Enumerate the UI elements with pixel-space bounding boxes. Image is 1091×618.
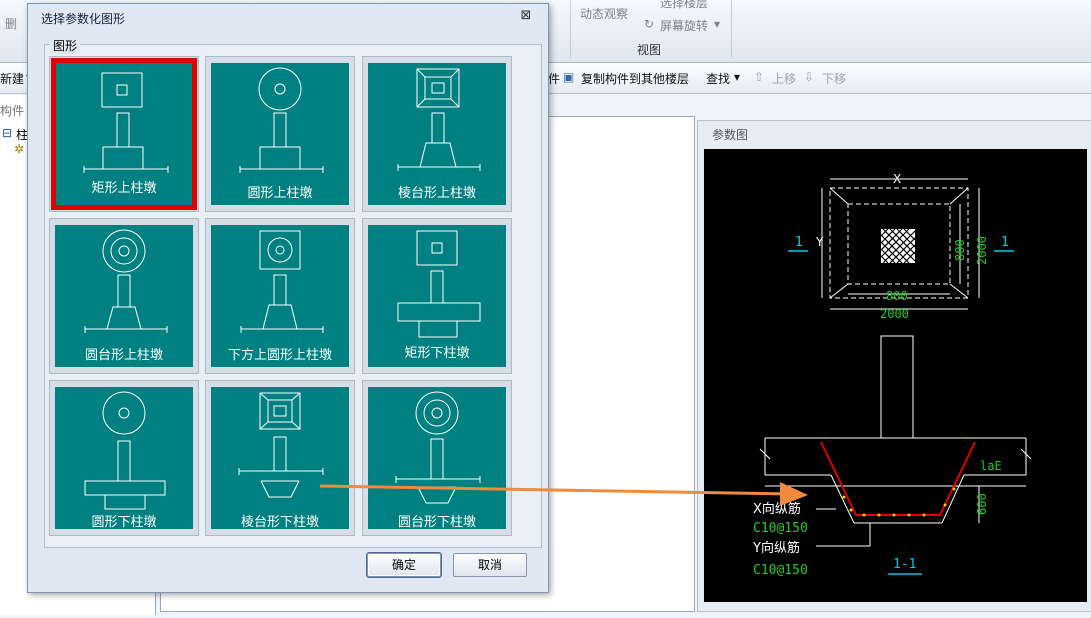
shape-tile-round-frustum-lower[interactable]: 圆台形下柱墩 xyxy=(362,380,512,536)
shape-tile-rect-upper[interactable]: 矩形上柱墩 xyxy=(49,56,199,212)
shape-thumbnail: 圆形上柱墩 xyxy=(211,63,349,205)
shape-label: 下方上圆形上柱墩 xyxy=(227,348,332,363)
section-mark-right: 1 xyxy=(1001,235,1009,250)
lae-label: laE xyxy=(980,459,1002,473)
shape-thumbnail: 棱台形上柱墩 xyxy=(368,63,506,205)
rebar-dots xyxy=(842,487,956,517)
shape-label: 矩形上柱墩 xyxy=(91,181,157,196)
shape-label: 棱台形上柱墩 xyxy=(397,186,476,201)
ribbon-divider xyxy=(731,0,732,58)
section-mark-left: 1 xyxy=(795,235,803,250)
param-diagram-canvas: X Y 800 2000 800 2000 1 1 laE 600 X向纵筋 C… xyxy=(704,149,1087,602)
component-icon[interactable]: ✲ xyxy=(14,142,24,156)
x-bar-spec: C10@150 xyxy=(753,521,808,536)
param-panel-title: 参数图 xyxy=(712,128,749,142)
shape-tile-square-round-upper[interactable]: 下方上圆形上柱墩 xyxy=(205,218,355,374)
select-shape-dialog: 选择参数化图形 ⊠ 图形 矩形上柱墩 圆形上柱墩 棱台形上柱墩 圆台形上柱墩 下… xyxy=(27,3,549,593)
shape-thumbnail: 圆形下柱墩 xyxy=(55,387,193,530)
shape-tile-round-lower[interactable]: 圆形下柱墩 xyxy=(49,380,199,536)
shape-tile-rect-lower[interactable]: 矩形下柱墩 xyxy=(362,218,512,374)
x-bar-label: X向纵筋 xyxy=(753,501,801,517)
shape-thumbnail: 棱台形下柱墩 xyxy=(211,387,349,530)
shape-label: 圆台形上柱墩 xyxy=(84,348,163,363)
y-bar-spec: C10@150 xyxy=(753,563,808,578)
chevron-down-icon[interactable]: ▾ xyxy=(714,17,720,31)
copy-icon: ▣ xyxy=(563,70,575,84)
ribbon-divider xyxy=(570,0,571,58)
find-button[interactable]: 查找 xyxy=(706,70,730,87)
dim-800-v: 800 xyxy=(953,239,967,261)
move-up-button[interactable]: 上移 xyxy=(772,70,796,87)
new-button[interactable]: 新建 xyxy=(0,70,24,87)
shape-label: 圆形上柱墩 xyxy=(247,186,313,201)
shape-thumbnail: 下方上圆形上柱墩 xyxy=(211,225,349,367)
y-bar-label: Y向纵筋 xyxy=(752,540,800,556)
dim-800-h: 800 xyxy=(886,289,908,303)
section-title: 1-1 xyxy=(893,557,916,572)
copy-partial-label[interactable]: 件 xyxy=(548,70,560,87)
groupbox-label: 图形 xyxy=(50,37,81,54)
shape-tile-frustum-lower[interactable]: 棱台形下柱墩 xyxy=(205,380,355,536)
dialog-title: 选择参数化图形 xyxy=(41,12,126,26)
chevron-down-icon[interactable]: ▾ xyxy=(734,70,740,84)
tree-search-hint[interactable]: 构件 xyxy=(0,102,24,119)
copy-to-floor-button[interactable]: 复制构件到其他楼层 xyxy=(581,70,689,87)
ok-button[interactable]: 确定 xyxy=(367,553,441,577)
shape-label: 矩形下柱墩 xyxy=(404,346,470,361)
dim-2000-h: 2000 xyxy=(880,307,909,321)
dim-x-label: X xyxy=(893,172,901,186)
pier-drawing: X Y 800 2000 800 2000 1 1 laE 600 X向纵筋 C… xyxy=(752,172,1032,578)
folder-icon: ⊟ xyxy=(2,126,13,140)
close-icon[interactable]: ⊠ xyxy=(519,9,533,23)
select-floor-button[interactable]: 选择楼层 xyxy=(660,0,708,11)
screen-rotate-button[interactable]: 屏幕旋转 xyxy=(660,17,708,34)
shape-thumbnail: 矩形上柱墩 xyxy=(51,58,197,210)
cancel-button[interactable]: 取消 xyxy=(453,553,527,577)
move-down-button[interactable]: 下移 xyxy=(822,70,846,87)
dim-600: 600 xyxy=(975,493,989,515)
shape-label: 圆台形下柱墩 xyxy=(397,515,476,530)
shape-thumbnail: 矩形下柱墩 xyxy=(368,225,506,367)
shape-thumbnail: 圆台形下柱墩 xyxy=(368,387,506,530)
shape-tile-round-upper[interactable]: 圆形上柱墩 xyxy=(205,56,355,212)
shape-label: 圆形下柱墩 xyxy=(91,515,157,530)
dim-y-label: Y xyxy=(815,235,824,249)
orbit-button[interactable]: 动态观察 xyxy=(580,5,628,22)
ribbon-delete-label[interactable]: 删 xyxy=(5,15,17,32)
rotate-icon: ↻ xyxy=(644,17,655,31)
up-arrow-icon: ⇧ xyxy=(754,70,765,84)
shape-thumbnail: 圆台形上柱墩 xyxy=(55,225,193,367)
down-arrow-icon: ⇩ xyxy=(804,70,815,84)
shape-label: 棱台形下柱墩 xyxy=(240,515,319,530)
shape-tile-frustum-upper[interactable]: 棱台形上柱墩 xyxy=(362,56,512,212)
shape-tile-round-frustum-upper[interactable]: 圆台形上柱墩 xyxy=(49,218,199,374)
dim-2000-v: 2000 xyxy=(975,236,989,265)
view-group-label: 视图 xyxy=(637,43,662,57)
